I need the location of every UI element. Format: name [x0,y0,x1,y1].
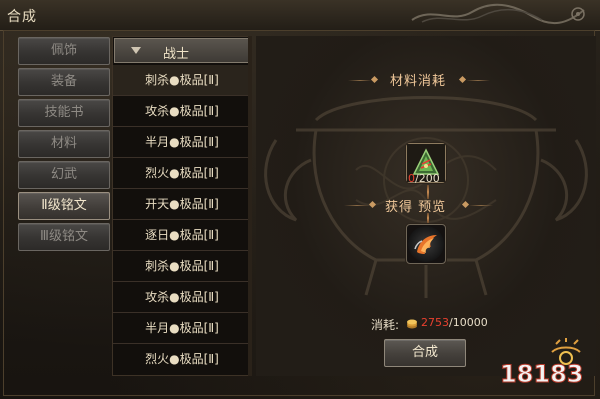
preview-slot[interactable] [406,224,446,264]
tab-material[interactable]: 材料 [18,130,110,158]
cost-label: 消耗: [371,318,400,332]
window-title: 合成 [7,9,37,25]
watermark-text: 18183 [500,360,584,388]
preview-title: 获得 预览 [385,200,447,215]
connector-line [427,213,429,223]
list-item[interactable]: 攻杀●极品[Ⅱ] [113,282,251,313]
divider [348,80,372,81]
divider [466,80,490,81]
class-dropdown-label: 战士 [163,47,190,62]
material-required: /200 [415,172,440,185]
gold-coin-icon [407,319,417,329]
list-item[interactable]: 半月●极品[Ⅱ] [113,313,251,344]
divider [469,205,493,206]
title-bar: 合成 [0,0,600,31]
dragon-ornament-icon [411,3,585,25]
chevron-down-icon [131,47,141,54]
flame-skill-icon [408,226,444,262]
list-item[interactable]: 开天●极品[Ⅱ] [113,189,251,220]
tab-level2-inscription[interactable]: Ⅱ级铭文 [18,192,110,220]
bronze-vessel-icon [264,96,588,298]
tab-equipment[interactable]: 装备 [18,68,110,96]
material-owned: 0 [408,172,415,185]
craft-button[interactable]: 合成 [384,339,466,367]
list-scrollbar[interactable] [248,36,252,376]
list-item[interactable]: 烈火●极品[Ⅱ] [113,344,251,374]
tab-skill-book[interactable]: 技能书 [18,99,110,127]
site-logo: 18183 [500,338,584,388]
list-item[interactable]: 半月●极品[Ⅱ] [113,127,251,158]
divider [344,205,370,206]
tab-phantom-weapon[interactable]: 幻武 [18,161,110,189]
materials-title: 材料消耗 [390,74,447,89]
list-item[interactable]: 攻杀●极品[Ⅱ] [113,96,251,127]
cost-total: /10000 [449,316,488,329]
tab-accessory[interactable]: 佩饰 [18,37,110,65]
material-count: 0/200 [408,172,440,185]
class-dropdown[interactable]: 战士 [114,38,250,63]
cost-value: 2753/10000 [421,316,488,329]
list-item[interactable]: 刺杀●极品[Ⅱ] [113,251,251,282]
category-tabs: 佩饰 装备 技能书 材料 幻武 Ⅱ级铭文 Ⅲ级铭文 [18,37,110,254]
tab-level3-inscription[interactable]: Ⅲ级铭文 [18,223,110,251]
recipe-list: 战士 刺杀●极品[Ⅱ] 攻杀●极品[Ⅱ] 半月●极品[Ⅱ] 烈火●极品[Ⅱ] 开… [112,36,252,376]
cost-current: 2753 [421,316,449,329]
list-item[interactable]: 刺杀●极品[Ⅱ] [113,65,251,96]
list-item[interactable]: 烈火●极品[Ⅱ] [113,158,251,189]
list-item[interactable]: 逐日●极品[Ⅱ] [113,220,251,251]
